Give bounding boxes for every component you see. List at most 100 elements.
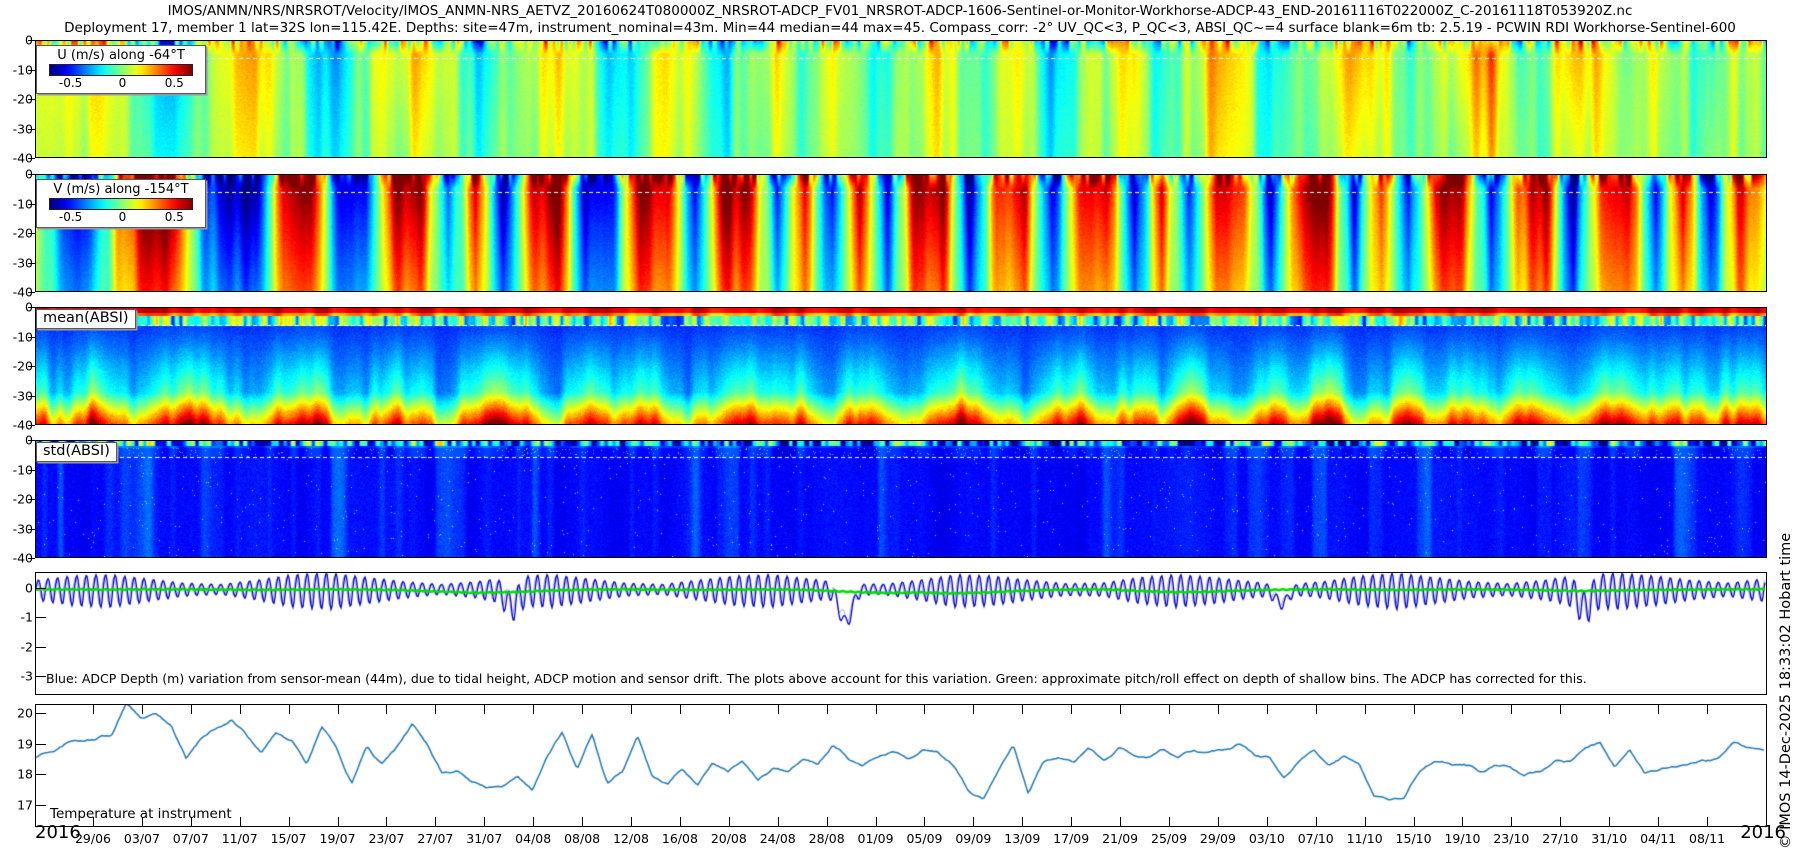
x-tick-label: 16/08: [661, 831, 698, 846]
x-tick-label: 13/09: [1004, 831, 1041, 846]
u-colorbar-ticks: -0.5 0 0.5: [49, 76, 193, 93]
x-tick-label: 28/08: [808, 831, 845, 846]
imos-watermark: © IMOS 14-Dec-2025 18:33:02 Hobart time: [1778, 532, 1794, 849]
x-tick-label: 29/09: [1199, 831, 1236, 846]
x-tick-mark-top: [1413, 705, 1415, 714]
y-tick-mark: [28, 366, 35, 367]
y-tick-label: 19: [17, 736, 33, 751]
year-label-left: 2016: [35, 822, 81, 843]
x-tick-label: 03/07: [123, 831, 160, 846]
u-colorbar-tick-neg: -0.5: [58, 76, 83, 90]
x-tick-label: 15/10: [1395, 831, 1432, 846]
temperature-lineplot: [36, 705, 1766, 826]
x-tick-mark-top: [1315, 705, 1317, 714]
y-tick-mark: [28, 203, 35, 205]
x-tick-mark-bottom: [533, 817, 535, 826]
y-tick-mark: [28, 469, 35, 471]
u-colorbar-gradient: [49, 64, 193, 76]
v-colorbar-gradient: [49, 198, 193, 210]
x-tick-mark-top: [386, 705, 388, 714]
x-tick-mark-top: [1462, 705, 1464, 714]
x-tick-mark-bottom: [1022, 817, 1024, 826]
y-tick-mark: [28, 69, 35, 71]
x-tick-label: 20/08: [710, 831, 747, 846]
x-tick-mark-bottom: [435, 817, 437, 826]
x-tick-mark-bottom: [1511, 817, 1513, 826]
x-tick-label: 15/07: [270, 831, 307, 846]
v-legend-title: V (m/s) along -154°T: [53, 182, 189, 197]
x-tick-mark-top: [1364, 705, 1366, 714]
y-tick-mark: [36, 804, 46, 806]
x-tick-mark-top: [337, 705, 339, 714]
x-tick-mark-bottom: [924, 817, 926, 826]
x-tick-mark-top: [1266, 705, 1268, 714]
x-tick-mark-top: [190, 705, 192, 714]
x-tick-mark-bottom: [1707, 817, 1709, 826]
x-tick-mark-bottom: [1413, 817, 1415, 826]
std-absi-label: std(ABSI): [36, 442, 117, 462]
x-tick-label: 05/09: [906, 831, 943, 846]
mean-absi-heatmap: [36, 308, 1766, 424]
x-tick-label: 31/07: [466, 831, 503, 846]
x-tick-label: 19/10: [1444, 831, 1481, 846]
u-velocity-heatmap: [36, 41, 1766, 157]
y-tick-mark: [28, 336, 35, 338]
x-tick-label: 27/10: [1542, 831, 1579, 846]
y-tick-mark: [28, 499, 35, 500]
x-tick-label: 07/10: [1297, 831, 1334, 846]
x-tick-label: 23/10: [1493, 831, 1530, 846]
y-tick-label: -2: [20, 639, 33, 655]
x-tick-mark-top: [533, 705, 535, 714]
x-tick-mark-top: [141, 705, 143, 714]
depth-panel-note: Blue: ADCP Depth (m) variation from sens…: [46, 671, 1587, 686]
x-tick-mark-bottom: [1120, 817, 1122, 826]
std-absi-heatmap: [36, 441, 1766, 557]
y-tick-mark: [36, 617, 46, 619]
y-tick-mark: [28, 233, 35, 234]
x-tick-mark-bottom: [631, 817, 632, 826]
x-tick-label: 04/11: [1640, 831, 1677, 846]
v-velocity-heatmap: [36, 175, 1766, 291]
x-tick-mark-top: [679, 705, 681, 714]
temperature-label: Temperature at instrument: [50, 806, 232, 822]
x-tick-mark-bottom: [337, 817, 339, 826]
y-tick-label: 20: [17, 705, 33, 721]
x-tick-mark-bottom: [1462, 817, 1464, 826]
y-tick-label: 0: [25, 580, 33, 596]
y-tick-mark: [36, 713, 46, 714]
x-tick-mark-top: [1560, 705, 1562, 714]
x-tick-label: 01/09: [857, 831, 894, 846]
x-tick-mark-top: [1217, 705, 1219, 714]
x-tick-mark-top: [1658, 705, 1660, 714]
x-tick-label: 08/11: [1689, 831, 1726, 846]
x-tick-mark-bottom: [1560, 817, 1562, 826]
u-colorbar-tick-pos: 0.5: [164, 76, 184, 90]
x-tick-mark-bottom: [582, 817, 584, 826]
y-tick-label: -3: [20, 668, 33, 684]
v-colorbar-tick-zero: 0: [118, 210, 127, 224]
x-tick-mark-bottom: [288, 817, 290, 826]
x-tick-mark-bottom: [1169, 817, 1171, 826]
panel-std-absi: [35, 440, 1767, 558]
v-colorbar-tick-pos: 0.5: [164, 210, 184, 224]
x-tick-label: 11/07: [221, 831, 258, 846]
y-tick-mark: [28, 307, 35, 308]
x-tick-label: 12/08: [612, 831, 650, 846]
x-tick-mark-bottom: [386, 817, 388, 826]
u-legend-title: U (m/s) along -64°T: [57, 48, 185, 63]
x-tick-mark-top: [1022, 705, 1024, 714]
x-tick-mark-top: [826, 705, 828, 714]
y-tick-mark: [28, 528, 35, 530]
x-tick-mark-top: [484, 705, 486, 714]
x-tick-mark-top: [93, 705, 94, 714]
x-tick-mark-bottom: [679, 817, 681, 826]
x-tick-label: 31/10: [1591, 831, 1628, 846]
y-tick-mark: [28, 128, 35, 130]
y-tick-mark: [28, 174, 35, 175]
y-tick-mark: [36, 743, 46, 745]
x-tick-label: 04/08: [515, 831, 552, 846]
y-tick-mark: [28, 292, 35, 293]
x-tick-mark-bottom: [728, 817, 730, 826]
x-tick-mark-top: [1169, 705, 1171, 714]
y-tick-mark: [28, 158, 35, 159]
